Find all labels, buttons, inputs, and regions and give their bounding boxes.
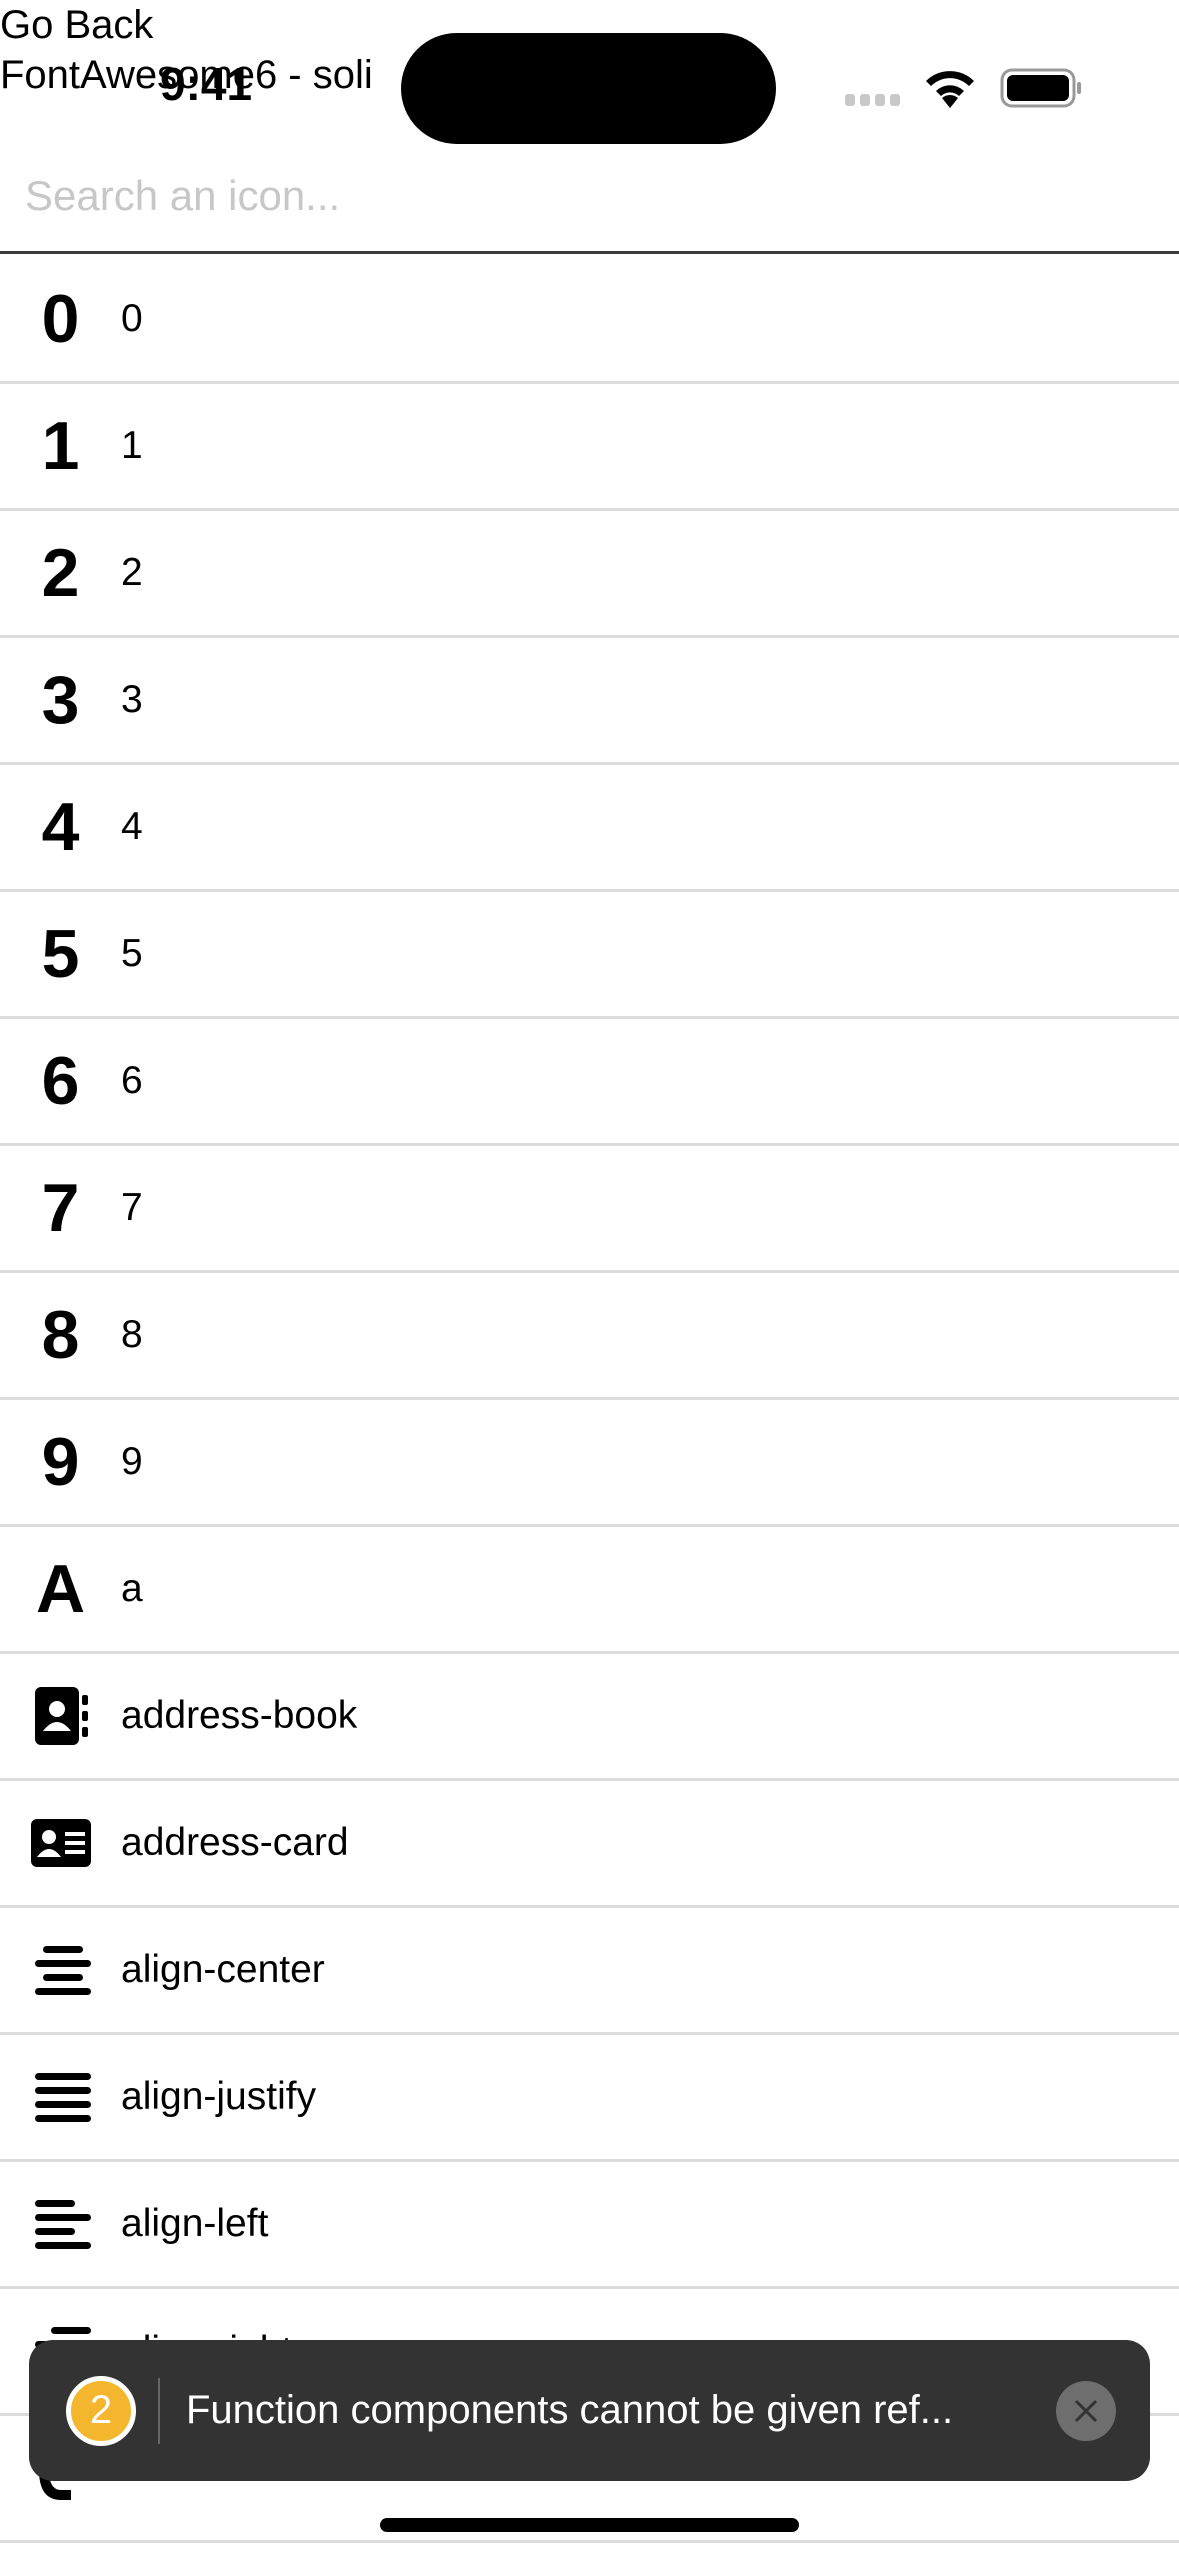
icon-list-item[interactable]: 44 — [0, 765, 1179, 892]
icon-label: 9 — [121, 1440, 143, 1483]
error-toast[interactable]: 2 Function components cannot be given re… — [29, 2340, 1150, 2481]
cellular-signal-icon — [845, 94, 900, 106]
icon-list-item[interactable]: address-card — [0, 1781, 1179, 1908]
icon-label: 8 — [121, 1313, 143, 1356]
icon-list-item[interactable]: 77 — [0, 1146, 1179, 1273]
icon-label: align-left — [121, 2202, 269, 2245]
icon-list-item[interactable]: 11 — [0, 384, 1179, 511]
glyph-9-icon: 9 — [41, 1424, 80, 1500]
glyph-4-icon: 4 — [41, 789, 80, 865]
icon-label: align-center — [121, 1948, 325, 1991]
close-toast-button[interactable] — [1056, 2380, 1116, 2441]
icon-list-item[interactable]: 22 — [0, 511, 1179, 638]
glyph-3-icon: 3 — [41, 662, 80, 738]
icon-list-item[interactable]: 55 — [0, 892, 1179, 1019]
icon-list-item[interactable]: Aa — [0, 1527, 1179, 1654]
icon-label: 7 — [121, 1186, 143, 1229]
icon-label: address-card — [121, 1821, 349, 1864]
icon-list-item[interactable]: 00 — [0, 257, 1179, 384]
glyph-a-icon: A — [35, 1551, 86, 1627]
icon-label: address-book — [121, 1694, 358, 1737]
wifi-icon — [926, 71, 974, 108]
icon-list-item[interactable]: 88 — [0, 1273, 1179, 1400]
close-icon — [1074, 2399, 1098, 2422]
address-card-icon — [0, 1781, 121, 1905]
address-book-icon — [0, 1654, 121, 1778]
glyph-1-icon: 1 — [41, 408, 80, 484]
glyph-6-icon: 6 — [41, 1043, 80, 1119]
toast-message[interactable]: Function components cannot be given ref.… — [186, 2388, 1056, 2433]
icon-label: 6 — [121, 1059, 143, 1102]
icon-label: a — [121, 1567, 143, 1610]
search-input[interactable] — [0, 140, 1179, 254]
icon-list[interactable]: 0 0 1 1 2 2 3 3 4 4 5 5 6 6 7 7 8 8 9 9 Aa address-book addres… — [0, 257, 1179, 2543]
icon-label: 1 — [121, 424, 143, 467]
status-time: 9:41 — [160, 58, 253, 110]
icon-label: align-justify — [121, 2075, 317, 2118]
battery-full-icon — [1000, 68, 1081, 108]
glyph-0-icon: 0 — [41, 281, 80, 357]
icon-label: 5 — [121, 932, 143, 975]
icon-list-item[interactable]: 66 — [0, 1019, 1179, 1146]
home-indicator — [380, 2518, 799, 2532]
glyph-8-icon: 8 — [41, 1297, 80, 1373]
icon-label: 4 — [121, 805, 143, 848]
icon-list-item[interactable]: 33 — [0, 638, 1179, 765]
glyph-2-icon: 2 — [41, 535, 80, 611]
warning-count-badge: 2 — [66, 2375, 136, 2446]
icon-list-item[interactable]: address-book — [0, 1654, 1179, 1781]
icon-label: 0 — [121, 297, 143, 340]
toast-divider — [158, 2377, 160, 2444]
icon-label: 2 — [121, 551, 143, 594]
align-justify-icon — [0, 2035, 121, 2159]
align-left-icon — [0, 2162, 121, 2286]
icon-label: 3 — [121, 678, 143, 721]
icon-list-item[interactable]: 99 — [0, 1400, 1179, 1527]
align-center-icon — [0, 1908, 121, 2032]
icon-list-item[interactable]: align-left — [0, 2162, 1179, 2289]
dynamic-island — [401, 33, 776, 144]
glyph-7-icon: 7 — [41, 1170, 80, 1246]
go-back-button[interactable]: Go Back — [0, 0, 153, 50]
glyph-5-icon: 5 — [41, 916, 80, 992]
icon-list-item[interactable]: align-center — [0, 1908, 1179, 2035]
icon-list-item[interactable]: align-justify — [0, 2035, 1179, 2162]
